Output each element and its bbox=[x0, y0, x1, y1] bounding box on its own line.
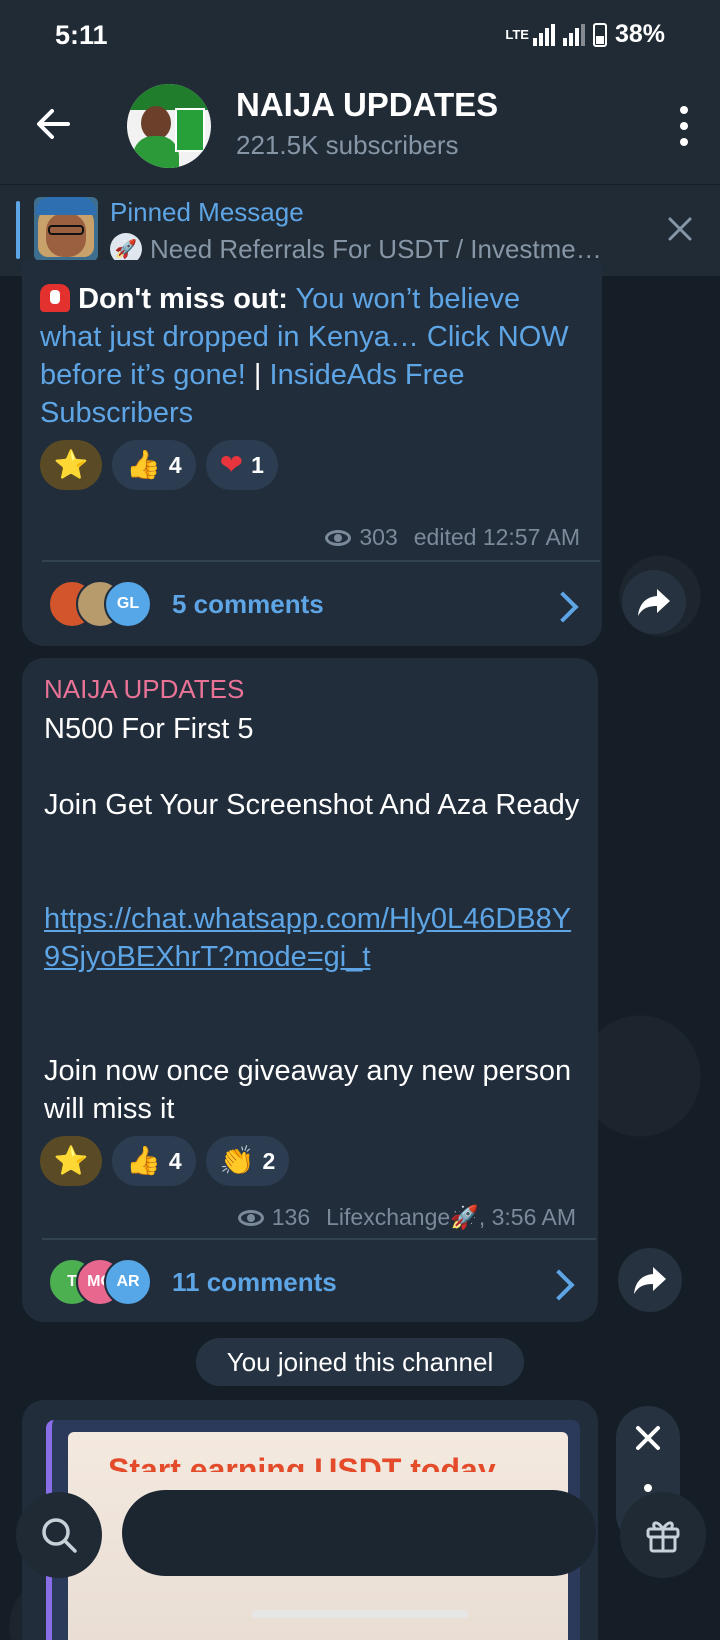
gift-icon bbox=[646, 1521, 680, 1553]
joined-channel-notice: You joined this channel bbox=[196, 1338, 524, 1386]
battery-level: 38% bbox=[614, 20, 665, 48]
ad-headline: Start earning USDT today bbox=[108, 1452, 496, 1472]
chevron-right-icon[interactable] bbox=[547, 591, 579, 623]
more-options-icon[interactable] bbox=[674, 106, 694, 146]
message-1-comments[interactable]: GL 5 comments bbox=[48, 576, 324, 632]
message-bubble-2[interactable]: NAIJA UPDATES N500 For First 5 Join Get … bbox=[22, 658, 598, 1322]
signal-icon bbox=[532, 23, 555, 46]
close-icon bbox=[636, 1426, 660, 1450]
message-2-meta: 136 Lifexchange🚀, 3:56 AM bbox=[237, 1204, 576, 1231]
share-icon bbox=[638, 589, 670, 616]
message-2-line-2: Join Get Your Screenshot And Aza Ready bbox=[44, 789, 580, 821]
share-button-2[interactable] bbox=[618, 1248, 682, 1312]
network-type: LTE bbox=[505, 27, 529, 42]
pinned-title: Pinned Message bbox=[110, 197, 304, 227]
message-2-author-time: Lifexchange🚀, 3:56 AM bbox=[326, 1204, 576, 1230]
message-2-views: 136 bbox=[271, 1204, 311, 1230]
reaction-heart[interactable]: ❤ 1 bbox=[205, 440, 278, 490]
search-button[interactable] bbox=[16, 1492, 102, 1578]
message-1-separator: | bbox=[253, 359, 262, 391]
message-1-views: 303 bbox=[359, 524, 398, 550]
status-bar: 5:11 LTE 38% bbox=[0, 0, 720, 72]
home-indicator[interactable] bbox=[252, 1610, 468, 1618]
bottom-action-pill[interactable] bbox=[122, 1490, 596, 1576]
siren-icon bbox=[40, 284, 70, 312]
chevron-right-icon[interactable] bbox=[543, 1269, 575, 1301]
battery-icon bbox=[592, 22, 607, 47]
subscriber-count: 221.5K subscribers bbox=[236, 130, 459, 160]
channel-avatar[interactable] bbox=[127, 84, 211, 168]
comments-count[interactable]: 5 comments bbox=[172, 589, 324, 620]
views-icon bbox=[237, 1209, 264, 1226]
views-icon bbox=[325, 529, 352, 546]
status-time: 5:11 bbox=[55, 20, 108, 50]
reaction-thumbs-up[interactable]: 👍 4 bbox=[112, 1136, 196, 1186]
message-1-reactions: ⭐ 👍 4 ❤ 1 bbox=[40, 440, 278, 490]
message-2-line-1: N500 For First 5 bbox=[44, 713, 254, 745]
message-1-bold: Don't miss out: bbox=[78, 283, 288, 315]
close-pinned-icon[interactable] bbox=[666, 215, 694, 243]
pinned-indicator bbox=[16, 201, 20, 259]
message-1-meta: 303 edited 12:57 AM bbox=[325, 524, 580, 551]
message-2-line-3: Join now once giveaway any new person wi… bbox=[44, 1055, 572, 1125]
message-2-comments[interactable]: T MG AR 11 comments bbox=[48, 1254, 337, 1310]
commenter-avatar: GL bbox=[104, 580, 152, 628]
message-1-text: Don't miss out: You won’t believe what j… bbox=[40, 280, 580, 432]
commenter-avatar: AR bbox=[104, 1258, 152, 1306]
reaction-thumbs-up[interactable]: 👍 4 bbox=[112, 440, 196, 490]
share-icon bbox=[634, 1267, 666, 1294]
message-2-reactions: ⭐ 👍 4 👏 2 bbox=[40, 1136, 290, 1186]
message-2-divider bbox=[42, 1238, 596, 1240]
reaction-star[interactable]: ⭐ bbox=[40, 440, 102, 490]
message-2-sender[interactable]: NAIJA UPDATES bbox=[44, 674, 244, 705]
gift-button[interactable] bbox=[620, 1492, 706, 1578]
ad-menu-dot bbox=[644, 1484, 652, 1492]
channel-header: NAIJA UPDATES 221.5K subscribers bbox=[0, 72, 720, 184]
pinned-thumbnail bbox=[34, 197, 98, 261]
reaction-clap[interactable]: 👏 2 bbox=[205, 1136, 290, 1186]
share-button-1[interactable] bbox=[622, 570, 686, 634]
message-1-edited: edited 12:57 AM bbox=[413, 524, 580, 550]
message-2-url[interactable]: https://chat.whatsapp.com/Hly0L46DB8Y9Sj… bbox=[44, 900, 584, 976]
reaction-star[interactable]: ⭐ bbox=[40, 1136, 102, 1186]
status-indicators: LTE 38% bbox=[505, 20, 665, 49]
message-bubble-1[interactable]: Don't miss out: You won’t believe what j… bbox=[22, 260, 602, 646]
channel-title[interactable]: NAIJA UPDATES bbox=[236, 86, 498, 124]
back-arrow-icon[interactable] bbox=[32, 102, 76, 146]
comments-count[interactable]: 11 comments bbox=[172, 1267, 337, 1298]
message-1-divider bbox=[42, 560, 600, 562]
signal-icon-2 bbox=[562, 23, 585, 46]
search-icon bbox=[42, 1518, 77, 1553]
